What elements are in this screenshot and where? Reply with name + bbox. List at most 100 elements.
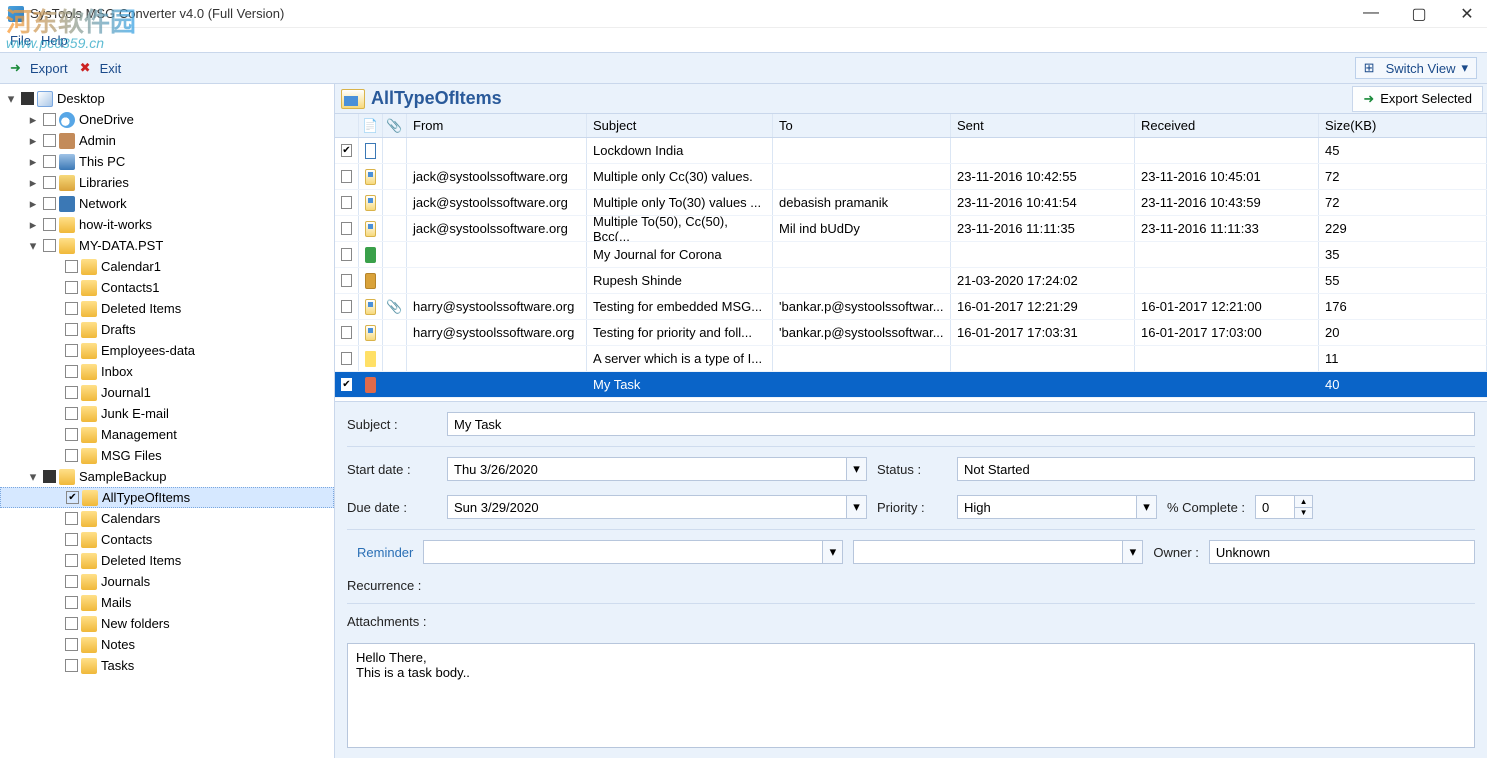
tree-item[interactable]: Notes bbox=[0, 634, 334, 655]
tree-twisty-icon[interactable]: ▸ bbox=[26, 133, 40, 149]
tree-checkbox[interactable] bbox=[65, 617, 78, 630]
folder-tree[interactable]: ▾Desktop▸OneDrive▸Admin▸This PC▸Librarie… bbox=[0, 84, 335, 758]
tree-checkbox[interactable] bbox=[43, 239, 56, 252]
tree-item[interactable]: Drafts bbox=[0, 319, 334, 340]
tree-twisty-icon[interactable]: ▾ bbox=[26, 469, 40, 485]
tree-item[interactable]: ▸Admin bbox=[0, 130, 334, 151]
tree-checkbox[interactable] bbox=[65, 512, 78, 525]
tree-twisty-icon[interactable]: ▸ bbox=[26, 112, 40, 128]
export-selected-button[interactable]: ➜ Export Selected bbox=[1352, 86, 1483, 112]
tree-item[interactable]: ▸This PC bbox=[0, 151, 334, 172]
tree-item[interactable]: AllTypeOfItems bbox=[0, 487, 334, 508]
tree-item[interactable]: Contacts1 bbox=[0, 277, 334, 298]
tree-twisty-icon[interactable]: ▸ bbox=[26, 154, 40, 170]
spin-up-icon[interactable]: ▲ bbox=[1295, 496, 1312, 508]
tree-checkbox[interactable] bbox=[65, 365, 78, 378]
due-date-field[interactable]: Sun 3/29/2020 ▾ bbox=[447, 495, 867, 519]
tree-item[interactable]: Journal1 bbox=[0, 382, 334, 403]
tree-checkbox[interactable] bbox=[66, 491, 79, 504]
chevron-down-icon[interactable]: ▾ bbox=[822, 541, 842, 563]
tree-checkbox[interactable] bbox=[65, 449, 78, 462]
minimize-button[interactable]: — bbox=[1359, 4, 1383, 24]
maximize-button[interactable]: ▢ bbox=[1407, 4, 1431, 24]
owner-field[interactable]: Unknown bbox=[1209, 540, 1475, 564]
header-received[interactable]: Received bbox=[1135, 114, 1319, 137]
tree-item[interactable]: New folders bbox=[0, 613, 334, 634]
tree-item[interactable]: ▸Libraries bbox=[0, 172, 334, 193]
tree-checkbox[interactable] bbox=[43, 176, 56, 189]
table-row[interactable]: 📎harry@systoolssoftware.orgTesting for e… bbox=[335, 294, 1487, 320]
tree-item[interactable]: ▸OneDrive bbox=[0, 109, 334, 130]
menu-help[interactable]: Help bbox=[41, 33, 68, 48]
tree-item[interactable]: Contacts bbox=[0, 529, 334, 550]
tree-checkbox[interactable] bbox=[65, 554, 78, 567]
export-button[interactable]: ➜ Export bbox=[10, 60, 68, 76]
item-grid[interactable]: Lockdown India45jack@systoolssoftware.or… bbox=[335, 138, 1487, 401]
header-from[interactable]: From bbox=[407, 114, 587, 137]
tree-checkbox[interactable] bbox=[65, 260, 78, 273]
tree-item[interactable]: ▾SampleBackup bbox=[0, 466, 334, 487]
table-row[interactable]: jack@systoolssoftware.orgMultiple only C… bbox=[335, 164, 1487, 190]
tree-item[interactable]: Junk E-mail bbox=[0, 403, 334, 424]
table-row[interactable]: My Journal for Corona35 bbox=[335, 242, 1487, 268]
tree-checkbox[interactable] bbox=[65, 344, 78, 357]
tree-twisty-icon[interactable]: ▾ bbox=[26, 238, 40, 254]
tree-checkbox[interactable] bbox=[65, 575, 78, 588]
spin-down-icon[interactable]: ▼ bbox=[1295, 508, 1312, 519]
tree-item[interactable]: ▾Desktop bbox=[0, 88, 334, 109]
chevron-down-icon[interactable]: ▾ bbox=[1136, 496, 1156, 518]
table-row[interactable]: Rupesh Shinde21-03-2020 17:24:0255 bbox=[335, 268, 1487, 294]
row-checkbox[interactable] bbox=[335, 346, 359, 371]
tree-item[interactable]: Employees-data bbox=[0, 340, 334, 361]
tree-checkbox[interactable] bbox=[43, 470, 56, 483]
tree-item[interactable]: Journals bbox=[0, 571, 334, 592]
header-attachment-icon[interactable]: 📎 bbox=[383, 114, 407, 137]
row-checkbox[interactable] bbox=[335, 268, 359, 293]
header-sent[interactable]: Sent bbox=[951, 114, 1135, 137]
start-date-field[interactable]: Thu 3/26/2020 ▾ bbox=[447, 457, 867, 481]
table-row[interactable]: jack@systoolssoftware.orgMultiple To(50)… bbox=[335, 216, 1487, 242]
tree-checkbox[interactable] bbox=[43, 134, 56, 147]
header-to[interactable]: To bbox=[773, 114, 951, 137]
tree-checkbox[interactable] bbox=[65, 659, 78, 672]
tree-item[interactable]: MSG Files bbox=[0, 445, 334, 466]
row-checkbox[interactable] bbox=[335, 372, 359, 397]
exit-button[interactable]: ✖ Exit bbox=[80, 60, 122, 76]
header-type-icon[interactable]: 📄 bbox=[359, 114, 383, 137]
row-checkbox[interactable] bbox=[335, 294, 359, 319]
menu-file[interactable]: File bbox=[10, 33, 31, 48]
tree-item[interactable]: ▸how-it-works bbox=[0, 214, 334, 235]
tree-checkbox[interactable] bbox=[65, 323, 78, 336]
switch-view-button[interactable]: ⊞ Switch View ▾ bbox=[1355, 57, 1477, 79]
tree-item[interactable]: ▾MY-DATA.PST bbox=[0, 235, 334, 256]
tree-checkbox[interactable] bbox=[43, 113, 56, 126]
close-button[interactable]: ✕ bbox=[1455, 4, 1479, 24]
tree-twisty-icon[interactable]: ▸ bbox=[26, 196, 40, 212]
tree-checkbox[interactable] bbox=[21, 92, 34, 105]
tree-item[interactable]: Deleted Items bbox=[0, 550, 334, 571]
table-row[interactable]: harry@systoolssoftware.orgTesting for pr… bbox=[335, 320, 1487, 346]
chevron-down-icon[interactable]: ▾ bbox=[1122, 541, 1142, 563]
tree-twisty-icon[interactable]: ▸ bbox=[26, 175, 40, 191]
tree-checkbox[interactable] bbox=[43, 218, 56, 231]
tree-checkbox[interactable] bbox=[65, 428, 78, 441]
tree-item[interactable]: Deleted Items bbox=[0, 298, 334, 319]
tree-checkbox[interactable] bbox=[65, 638, 78, 651]
chevron-down-icon[interactable]: ▾ bbox=[846, 458, 866, 480]
row-checkbox[interactable] bbox=[335, 216, 359, 241]
row-checkbox[interactable] bbox=[335, 138, 359, 163]
table-row[interactable]: My Task40 bbox=[335, 372, 1487, 398]
tree-item[interactable]: Tasks bbox=[0, 655, 334, 676]
row-checkbox[interactable] bbox=[335, 190, 359, 215]
row-checkbox[interactable] bbox=[335, 242, 359, 267]
header-size[interactable]: Size(KB) bbox=[1319, 114, 1487, 137]
subject-field[interactable]: My Task bbox=[447, 412, 1475, 436]
tree-checkbox[interactable] bbox=[65, 281, 78, 294]
header-checkbox[interactable] bbox=[335, 114, 359, 137]
status-field[interactable]: Not Started bbox=[957, 457, 1475, 481]
table-row[interactable]: jack@systoolssoftware.orgMultiple only T… bbox=[335, 190, 1487, 216]
tree-checkbox[interactable] bbox=[43, 197, 56, 210]
tree-item[interactable]: Inbox bbox=[0, 361, 334, 382]
tree-checkbox[interactable] bbox=[65, 302, 78, 315]
row-checkbox[interactable] bbox=[335, 164, 359, 189]
